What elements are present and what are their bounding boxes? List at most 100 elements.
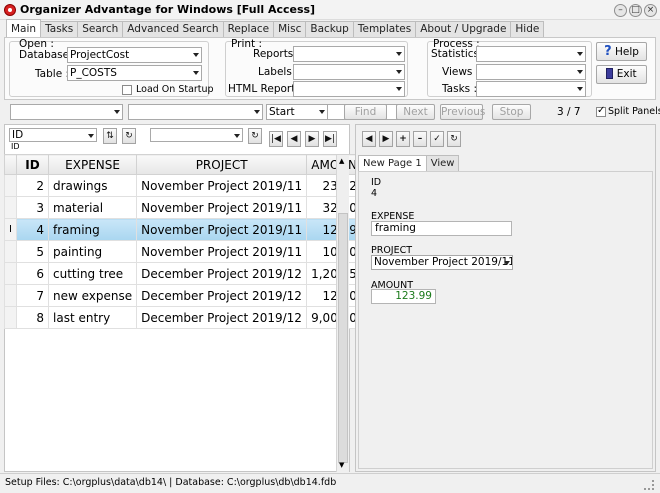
cell-project[interactable]: November Project 2019/11: [136, 196, 308, 219]
tab-hide[interactable]: Hide: [510, 21, 545, 37]
row-selector[interactable]: [4, 240, 17, 263]
cell-id[interactable]: 5: [16, 240, 49, 263]
refresh-icon[interactable]: ↻: [122, 128, 136, 144]
delete-record-icon[interactable]: –: [413, 131, 427, 147]
add-record-icon[interactable]: +: [396, 131, 410, 147]
table-row[interactable]: 7 new expense December Project 2019/12 1…: [4, 284, 370, 307]
tab-main[interactable]: Main: [6, 19, 42, 37]
row-selector[interactable]: [4, 284, 17, 307]
cell-id[interactable]: 8: [16, 306, 49, 329]
labels-select[interactable]: [293, 64, 405, 80]
cell-expense[interactable]: framing: [47, 218, 138, 241]
table-row[interactable]: 5 painting November Project 2019/11 100.…: [4, 240, 370, 263]
table-row-selected[interactable]: I 4 framing November Project 2019/11 123…: [4, 218, 370, 241]
search-operator-select[interactable]: [128, 104, 263, 120]
database-select[interactable]: ProjectCost: [67, 47, 202, 63]
row-selector[interactable]: [4, 306, 17, 329]
tab-new-page-1[interactable]: New Page 1: [358, 155, 427, 172]
table-row[interactable]: 6 cutting tree December Project 2019/12 …: [4, 262, 370, 285]
next-record-icon[interactable]: ▶: [305, 131, 319, 147]
column-header-id[interactable]: ID: [16, 154, 49, 175]
cell-project[interactable]: December Project 2019/12: [136, 262, 308, 285]
tab-view[interactable]: View: [425, 155, 460, 171]
cell-expense[interactable]: painting: [47, 240, 138, 263]
confirm-check-icon[interactable]: ✓: [430, 131, 444, 147]
stop-button[interactable]: Stop: [492, 104, 531, 120]
table-row[interactable]: 8 last entry December Project 2019/12 9,…: [4, 306, 370, 329]
tab-templates[interactable]: Templates: [352, 21, 417, 37]
row-selector[interactable]: [4, 262, 17, 285]
row-selector-current[interactable]: I: [4, 218, 17, 241]
row-selector[interactable]: [4, 174, 17, 197]
tab-search[interactable]: Search: [77, 21, 124, 37]
cell-project[interactable]: November Project 2019/11: [136, 174, 308, 197]
tab-advanced-search[interactable]: Advanced Search: [122, 21, 224, 37]
cell-project[interactable]: December Project 2019/12: [136, 284, 308, 307]
scrollbar-thumb[interactable]: [338, 213, 348, 463]
project-select[interactable]: November Project 2019/11: [371, 255, 513, 270]
column-header-expense[interactable]: EXPENSE: [47, 154, 138, 175]
sort-order-icon[interactable]: ⇅: [103, 128, 117, 144]
cell-expense[interactable]: last entry: [47, 306, 138, 329]
first-record-icon[interactable]: |◀: [269, 131, 283, 147]
last-record-icon[interactable]: ▶|: [323, 131, 337, 147]
next-record-icon[interactable]: ▶: [379, 131, 393, 147]
column-header-project[interactable]: PROJECT: [136, 154, 308, 175]
load-on-startup-checkbox[interactable]: [122, 85, 132, 95]
cell-expense[interactable]: drawings: [47, 174, 138, 197]
scroll-up-icon[interactable]: ▲: [339, 157, 344, 165]
html-reports-select[interactable]: [293, 81, 405, 97]
chevron-down-icon: [577, 87, 583, 91]
scroll-down-icon[interactable]: ▼: [339, 461, 344, 469]
search-position-select[interactable]: Start: [266, 104, 328, 120]
maximize-icon[interactable]: □: [629, 4, 642, 17]
split-panels-checkbox[interactable]: [596, 105, 606, 117]
previous-record-icon[interactable]: ◀: [287, 131, 301, 147]
help-button[interactable]: ? Help: [596, 42, 647, 61]
tab-about-upgrade[interactable]: About / Upgrade: [415, 21, 512, 37]
grid-vertical-scrollbar[interactable]: ▲ ▼: [336, 155, 349, 472]
statistics-select[interactable]: [476, 46, 586, 62]
reports-select[interactable]: [293, 46, 405, 62]
amount-field[interactable]: 123.99: [371, 289, 436, 304]
search-toolbar: Start Find Next Previous Stop 3 / 7 Spli…: [4, 101, 660, 123]
ribbon-panel: Open : Database : ProjectCost Table : P_…: [4, 37, 656, 100]
resize-grip-icon[interactable]: [644, 480, 654, 490]
main-tabs: Main Tasks Search Advanced Search Replac…: [6, 19, 545, 37]
cell-id[interactable]: 6: [16, 262, 49, 285]
refresh-icon-2[interactable]: ↻: [248, 128, 262, 144]
table-row[interactable]: 2 drawings November Project 2019/11 232.…: [4, 174, 370, 197]
search-field-select[interactable]: [10, 104, 123, 120]
table-select[interactable]: P_COSTS: [67, 65, 202, 81]
tab-replace[interactable]: Replace: [222, 21, 275, 37]
cell-id[interactable]: 2: [16, 174, 49, 197]
tab-misc[interactable]: Misc: [273, 21, 307, 37]
next-button[interactable]: Next: [396, 104, 435, 120]
table-row[interactable]: 3 material November Project 2019/11 320.…: [4, 196, 370, 219]
cell-id[interactable]: 7: [16, 284, 49, 307]
tab-tasks[interactable]: Tasks: [40, 21, 79, 37]
cell-expense[interactable]: cutting tree: [47, 262, 138, 285]
cell-project[interactable]: November Project 2019/11: [136, 218, 308, 241]
minimize-icon[interactable]: –: [614, 4, 627, 17]
find-button[interactable]: Find: [344, 104, 387, 120]
cell-expense[interactable]: new expense: [47, 284, 138, 307]
views-select[interactable]: [476, 64, 586, 80]
tasks-select[interactable]: [476, 81, 586, 97]
close-icon[interactable]: ×: [644, 4, 657, 17]
row-selector[interactable]: [4, 196, 17, 219]
filter-select[interactable]: [150, 128, 243, 142]
cell-expense[interactable]: material: [47, 196, 138, 219]
expense-field[interactable]: framing: [371, 221, 512, 236]
tab-backup[interactable]: Backup: [305, 21, 354, 37]
previous-button[interactable]: Previous: [440, 104, 485, 120]
refresh-icon-3[interactable]: ↻: [447, 131, 461, 147]
title-bar: Organizer Advantage for Windows [Full Ac…: [0, 0, 660, 20]
sort-field-select[interactable]: ID: [9, 128, 97, 142]
cell-id[interactable]: 4: [16, 218, 49, 241]
cell-project[interactable]: November Project 2019/11: [136, 240, 308, 263]
previous-record-icon[interactable]: ◀: [362, 131, 376, 147]
exit-button[interactable]: Exit: [596, 65, 647, 84]
cell-project[interactable]: December Project 2019/12: [136, 306, 308, 329]
cell-id[interactable]: 3: [16, 196, 49, 219]
